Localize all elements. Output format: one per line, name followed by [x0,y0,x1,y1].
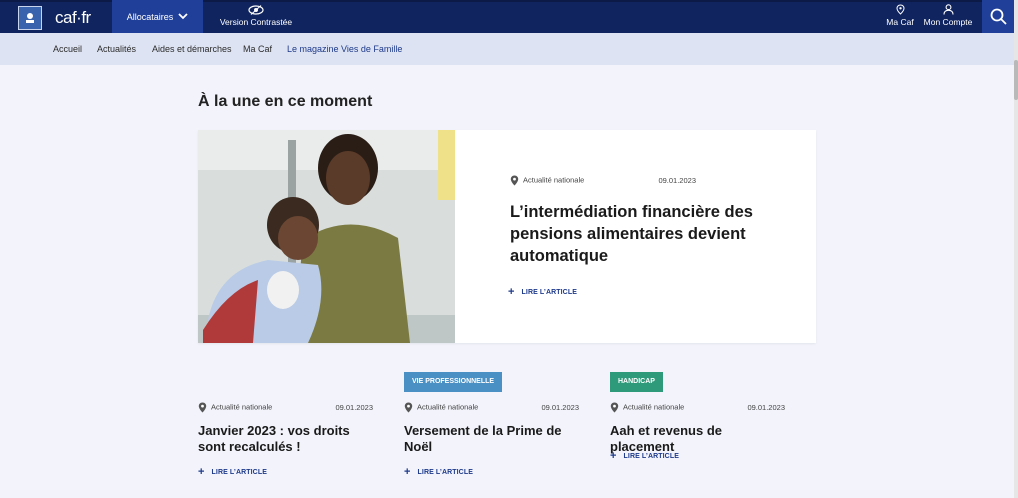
read-more-label: LIRE L’ARTICLE [417,469,473,476]
allocataires-label: Allocataires [126,11,174,22]
card-category: Actualité nationale [417,402,479,412]
read-more-label: LIRE L’ARTICLE [211,469,267,476]
featured-article-image [198,130,455,343]
mon-compte-button[interactable]: Mon Compte [922,4,974,27]
allocataires-menu-button[interactable]: Allocataires [112,0,203,33]
search-button[interactable] [982,0,1014,33]
card-date: 09.01.2023 [541,403,579,412]
location-pin-icon [895,4,905,15]
featured-title[interactable]: L’intermédiation financière des pensions… [510,201,780,267]
contrast-version-button[interactable]: Version Contrastée [218,5,294,27]
card-read-more-link[interactable]: + LIRE L’ARTICLE [404,466,473,478]
nav-item-magazine[interactable]: Le magazine Vies de Famille [287,44,402,54]
card-date: 09.01.2023 [747,403,785,412]
card-meta: Actualité nationale 09.01.2023 [610,402,785,413]
location-pin-icon [610,402,619,413]
featured-meta: Actualité nationale 09.01.2023 [510,175,696,186]
plus-icon: + [508,286,515,298]
category-badge[interactable]: HANDICAP [610,372,663,392]
card-meta: Actualité nationale 09.01.2023 [198,402,373,413]
read-more-label: LIRE L’ARTICLE [623,453,679,460]
read-more-label: LIRE L’ARTICLE [521,289,577,296]
featured-read-more-link[interactable]: + LIRE L’ARTICLE [508,286,577,298]
nav-item-aides[interactable]: Aides et démarches [152,44,232,54]
card-meta: Actualité nationale 09.01.2023 [404,402,579,413]
caf-logo-icon [26,13,34,23]
article-card-3[interactable]: HANDICAP Actualité nationale 09.01.2023 … [610,370,785,462]
plus-icon: + [198,466,205,478]
card-read-more-link[interactable]: + LIRE L’ARTICLE [198,466,267,478]
card-date: 09.01.2023 [335,403,373,412]
nav-item-actualites[interactable]: Actualités [97,44,136,54]
card-title[interactable]: Versement de la Prime de Noël [404,423,579,455]
featured-date: 09.01.2023 [658,176,696,185]
featured-article-card[interactable]: Actualité nationale 09.01.2023 L’intermé… [198,130,816,343]
plus-icon: + [610,450,617,462]
mon-compte-label: Mon Compte [923,17,973,27]
main-nav: Accueil Actualités Aides et démarches Ma… [0,33,1014,65]
location-pin-icon [510,175,519,186]
ma-caf-label: Ma Caf [886,17,914,27]
caf-logo[interactable] [18,6,42,30]
card-read-more-link[interactable]: + LIRE L’ARTICLE [610,450,679,462]
eye-icon [248,5,264,15]
nav-item-ma-caf[interactable]: Ma Caf [243,44,272,54]
location-pin-icon [198,402,207,413]
scrollbar-thumb[interactable] [1014,60,1018,100]
page-scrollbar[interactable] [1014,0,1018,498]
featured-category: Actualité nationale [523,175,585,185]
section-title: À la une en ce moment [198,93,373,110]
article-card-2[interactable]: VIE PROFESSIONNELLE Actualité nationale … [404,370,579,478]
card-category: Actualité nationale [211,402,273,412]
card-title[interactable]: Janvier 2023 : vos droits sont recalculé… [198,423,373,455]
ma-caf-button[interactable]: Ma Caf [884,4,916,27]
plus-icon: + [404,466,411,478]
location-pin-icon [404,402,413,413]
mother-child-photo [198,130,455,343]
category-badge[interactable]: VIE PROFESSIONNELLE [404,372,503,392]
top-bar: caf·fr Allocataires Version Contrastée M… [0,0,1014,33]
nav-item-accueil[interactable]: Accueil [53,44,82,54]
logo-text[interactable]: caf·fr [55,8,91,28]
card-category: Actualité nationale [623,402,685,412]
contrast-label: Version Contrastée [219,17,293,27]
chevron-down-icon [178,13,188,20]
user-icon [942,4,954,15]
search-icon [990,8,1007,25]
